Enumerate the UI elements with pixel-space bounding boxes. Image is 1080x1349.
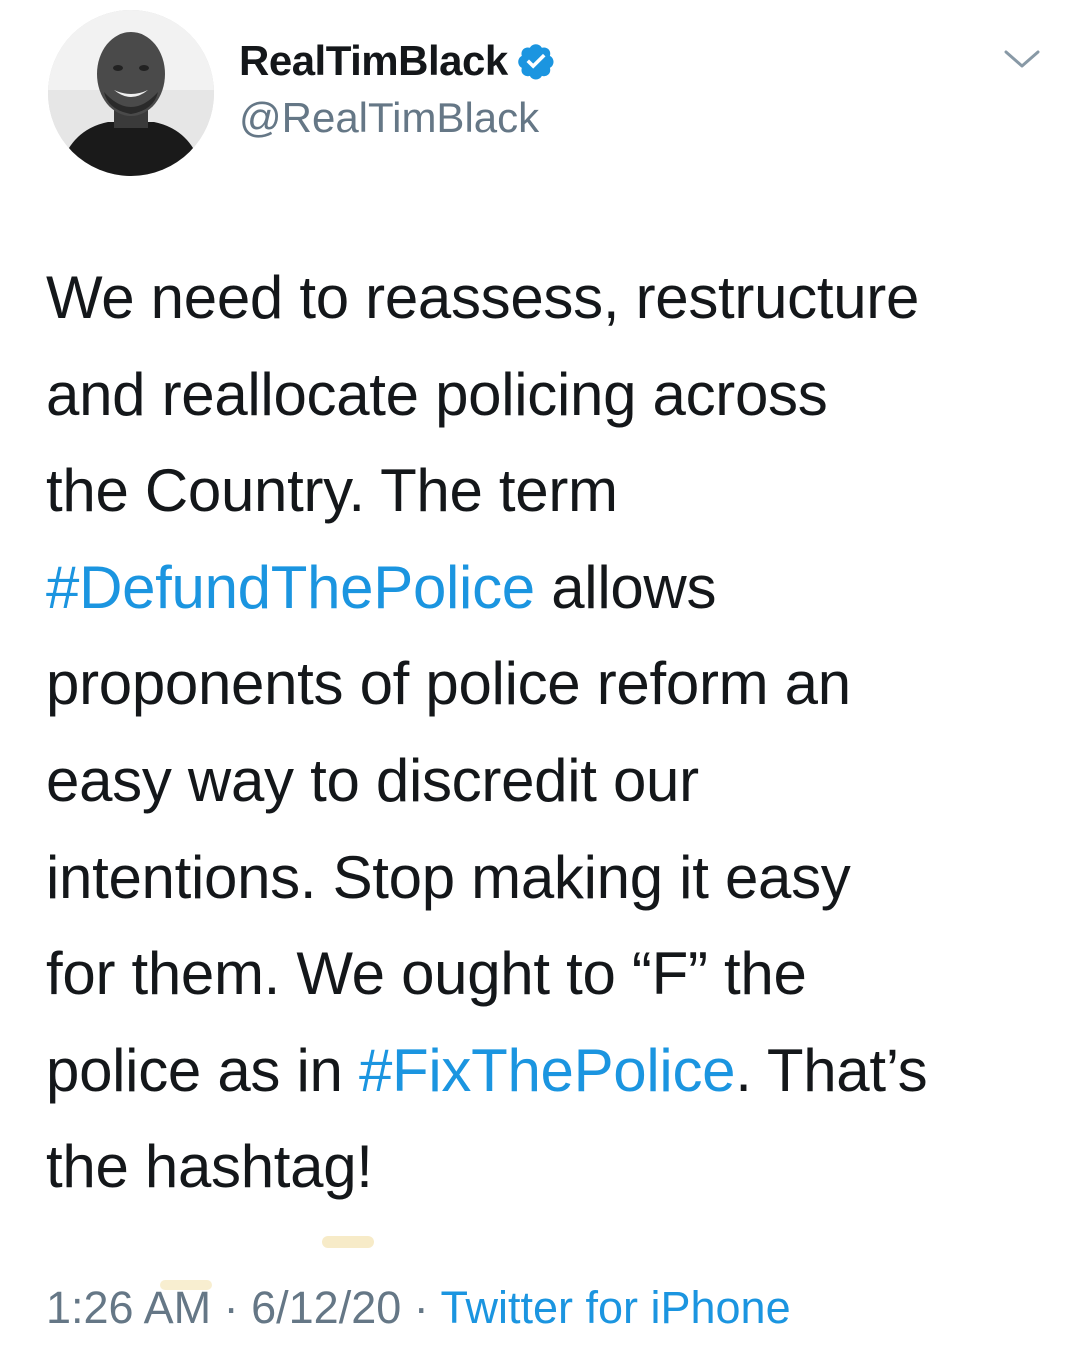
tweet-text-line: easy way to discredit our [46, 733, 1046, 830]
tweet-meta: 1:26 AM · 6/12/20 · Twitter for iPhone [46, 1282, 791, 1334]
hashtag-link[interactable]: #FixThePolice [359, 1037, 736, 1104]
tweet-text-line: We need to reassess, restructure [46, 250, 1046, 347]
tweet-time[interactable]: 1:26 AM [46, 1282, 211, 1333]
hashtag-link[interactable]: #DefundThePolice [46, 554, 535, 621]
tweet-text-line: and reallocate policing across [46, 347, 1046, 444]
tweet-text-segment: We need to reassess, restructure [46, 264, 920, 331]
author-handle[interactable]: @RealTimBlack [239, 94, 539, 142]
tweet-card: RealTimBlack @RealTimBlack We need to re… [0, 0, 1080, 1349]
chevron-down-icon[interactable] [1000, 44, 1044, 74]
tweet-text-segment: proponents of police reform an [46, 650, 851, 718]
avatar[interactable] [48, 10, 214, 176]
tweet-text-line: #DefundThePolice allows [46, 540, 1046, 637]
tweet-text-segment: the hashtag! [46, 1133, 373, 1201]
tweet-text-segment: the Country. The term [46, 457, 618, 525]
meta-separator: · [401, 1282, 441, 1333]
tweet-text-line: police as in #FixThePolice. That’s [46, 1023, 1046, 1120]
verified-badge-icon [516, 41, 556, 81]
tweet-text: We need to reassess, restructure and real… [46, 250, 1046, 1216]
author-name-row[interactable]: RealTimBlack [239, 36, 556, 86]
tweet-text-segment: and reallocate policing across [46, 360, 828, 428]
tweet-text-line: the Country. The term [46, 443, 1046, 540]
tweet-text-segment: . That’s [735, 1036, 928, 1104]
tweet-source-link[interactable]: Twitter for iPhone [440, 1282, 790, 1333]
tweet-text-line: for them. We ought to “F” the [46, 926, 1046, 1023]
meta-separator: · [211, 1282, 252, 1333]
tweet-text-segment: police as in [46, 1036, 359, 1104]
tweet-text-segment: easy way to discredit our [46, 746, 699, 814]
tweet-text-segment: for them. We ought to “F” the [46, 940, 807, 1008]
smudge-mark [322, 1236, 374, 1248]
author-display-name[interactable]: RealTimBlack [239, 37, 508, 85]
tweet-text-segment: allows [534, 553, 717, 621]
tweet-text-segment: intentions. Stop making it easy [46, 843, 851, 911]
tweet-date[interactable]: 6/12/20 [251, 1282, 401, 1333]
tweet-text-line: the hashtag! [46, 1119, 1046, 1216]
tweet-text-line: proponents of police reform an [46, 636, 1046, 733]
tweet-text-line: intentions. Stop making it easy [46, 830, 1046, 927]
